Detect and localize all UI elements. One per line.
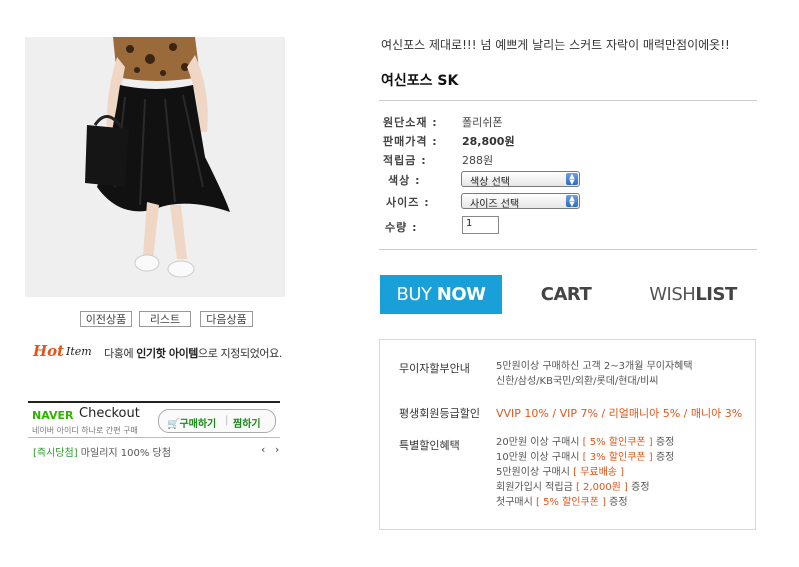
wishlist-label-bold: LIST <box>695 284 737 305</box>
special-item-suffix: 증정 <box>627 482 650 493</box>
special-item-text: 5만원이상 구매시 <box>496 467 574 478</box>
special-item-highlight: [ 3% 할인쿠폰 ] <box>582 452 653 463</box>
special-item-highlight: [ 2,000원 ] <box>575 482 628 493</box>
naver-buy-button[interactable]: 🛒구매하기 <box>167 415 216 430</box>
updown-arrows-icon: ▲ ▼ <box>566 195 578 208</box>
points-label: 적립금 : <box>383 154 427 167</box>
naver-wish-button[interactable]: 찜하기 <box>233 415 261 430</box>
special-item-suffix: 증정 <box>652 452 675 463</box>
color-select-value: 색상 선택 <box>470 177 510 188</box>
special-item-suffix: 증정 <box>606 497 628 508</box>
special-item-text: 20만원 이상 구매시 <box>496 437 583 448</box>
next-product-button[interactable]: 다음상품 <box>200 311 253 327</box>
member-discount-grades: VVIP 10% / VIP 7% / 리얼매니아 5% / 매니아 3% <box>496 407 743 420</box>
list-button[interactable]: 리스트 <box>139 311 191 327</box>
updown-arrows-icon: ▲ ▼ <box>566 173 578 186</box>
price-value: 28,800원 <box>462 135 515 148</box>
interest-free-text: 5만원이상 구매하신 고객 2~3개월 무이자혜택 신한/삼성/KB국민/외환/… <box>496 359 693 389</box>
naver-buy-label: 구매하기 <box>179 419 217 430</box>
interest-free-line1: 5만원이상 구매하신 고객 2~3개월 무이자혜택 <box>496 361 693 372</box>
wishlist-button[interactable]: WISHLIST <box>633 275 753 314</box>
special-discount-label: 특별할인혜택 <box>399 439 460 452</box>
size-select[interactable]: 사이즈 선택 ▲ ▼ <box>461 193 580 210</box>
prev-product-button[interactable]: 이전상품 <box>80 311 132 327</box>
naver-button-group: 🛒구매하기 | 찜하기 <box>158 409 276 433</box>
buy-now-label-bold: NOW <box>436 284 486 305</box>
buy-now-button[interactable]: BUY NOW <box>380 275 502 314</box>
color-label: 색상 : <box>388 174 421 187</box>
promo-arrows-icon[interactable]: ‹ › <box>261 443 282 456</box>
buy-now-label-pre: BUY <box>396 284 437 305</box>
interest-free-cards: 신한/삼성/KB국민/외환/롯데/현대/비씨 <box>496 376 659 387</box>
special-item-highlight: [ 5% 할인쿠폰 ] <box>582 437 653 448</box>
divider <box>379 100 757 101</box>
product-photo <box>25 37 285 297</box>
naver-logo: NAVER <box>32 409 74 422</box>
material-label: 원단소재 : <box>383 116 438 129</box>
special-item: 10만원 이상 구매시 [ 3% 할인쿠폰 ] 증정 <box>496 450 674 465</box>
hot-label: Hot <box>33 342 65 360</box>
cart-icon: 🛒 <box>167 419 180 430</box>
promo-text: 마일리지 100% 당첨 <box>77 448 171 459</box>
product-image <box>25 37 285 297</box>
naver-separator: | <box>225 415 229 426</box>
size-label: 사이즈 : <box>386 196 430 209</box>
special-item: 회원가입시 적립금 [ 2,000원 ] 증정 <box>496 480 674 495</box>
special-item-text: 첫구매시 <box>496 497 536 508</box>
hot-item-label: Item <box>66 345 92 358</box>
hot-item-description: 다홍에 인기핫 아이템으로 지정되었어요. <box>104 345 282 361</box>
hot-desc-bold: 인기핫 아이템 <box>136 347 199 360</box>
naver-checkout-subtitle: 네이버 아이디 하나로 간편 구매 <box>32 426 138 435</box>
hot-desc-post: 으로 지정되었어요. <box>198 347 282 360</box>
naver-checkout-title: Checkout <box>79 406 140 421</box>
special-item-suffix: 증정 <box>652 437 675 448</box>
naver-checkout-box: NAVER Checkout 네이버 아이디 하나로 간편 구매 🛒구매하기 |… <box>28 401 280 438</box>
special-item: 20만원 이상 구매시 [ 5% 할인쿠폰 ] 증정 <box>496 435 674 450</box>
member-discount-label: 평생회원등급할인 <box>399 407 480 420</box>
hot-desc-pre: 다홍에 <box>104 347 137 360</box>
product-summary: 여신포스 제대로!!! 넘 예쁘게 날리는 스커트 자락이 매력만점이에옷!! <box>381 38 730 52</box>
size-select-value: 사이즈 선택 <box>470 199 520 210</box>
benefits-box: 무이자할부안내 5만원이상 구매하신 고객 2~3개월 무이자혜택 신한/삼성/… <box>379 339 756 530</box>
special-item-text: 10만원 이상 구매시 <box>496 452 583 463</box>
special-item-text: 회원가입시 적립금 <box>496 482 576 493</box>
quantity-input[interactable]: 1 <box>462 216 499 234</box>
product-name: 여신포스 SK <box>381 73 459 89</box>
cart-button[interactable]: CART <box>512 275 620 314</box>
quantity-label: 수량 : <box>385 221 418 234</box>
promo-tag: [즉시당첨] <box>33 448 78 459</box>
wishlist-label-pre: WISH <box>649 284 696 305</box>
material-value: 폴리쉬폰 <box>462 116 503 129</box>
price-label: 판매가격 : <box>383 135 438 148</box>
special-item: 5만원이상 구매시 [ 무료배송 ] <box>496 465 674 480</box>
naver-promo[interactable]: [즉시당첨] 마일리지 100% 당첨 <box>33 444 171 459</box>
special-item-highlight: [ 무료배송 ] <box>573 467 625 478</box>
divider <box>379 249 757 250</box>
special-discount-list: 20만원 이상 구매시 [ 5% 할인쿠폰 ] 증정 10만원 이상 구매시 [… <box>496 435 674 510</box>
special-item: 첫구매시 [ 5% 할인쿠폰 ] 증정 <box>496 495 674 510</box>
interest-free-label: 무이자할부안내 <box>399 362 470 375</box>
special-item-highlight: [ 5% 할인쿠폰 ] <box>535 497 606 508</box>
points-value: 288원 <box>462 154 494 167</box>
color-select[interactable]: 색상 선택 ▲ ▼ <box>461 171 580 188</box>
